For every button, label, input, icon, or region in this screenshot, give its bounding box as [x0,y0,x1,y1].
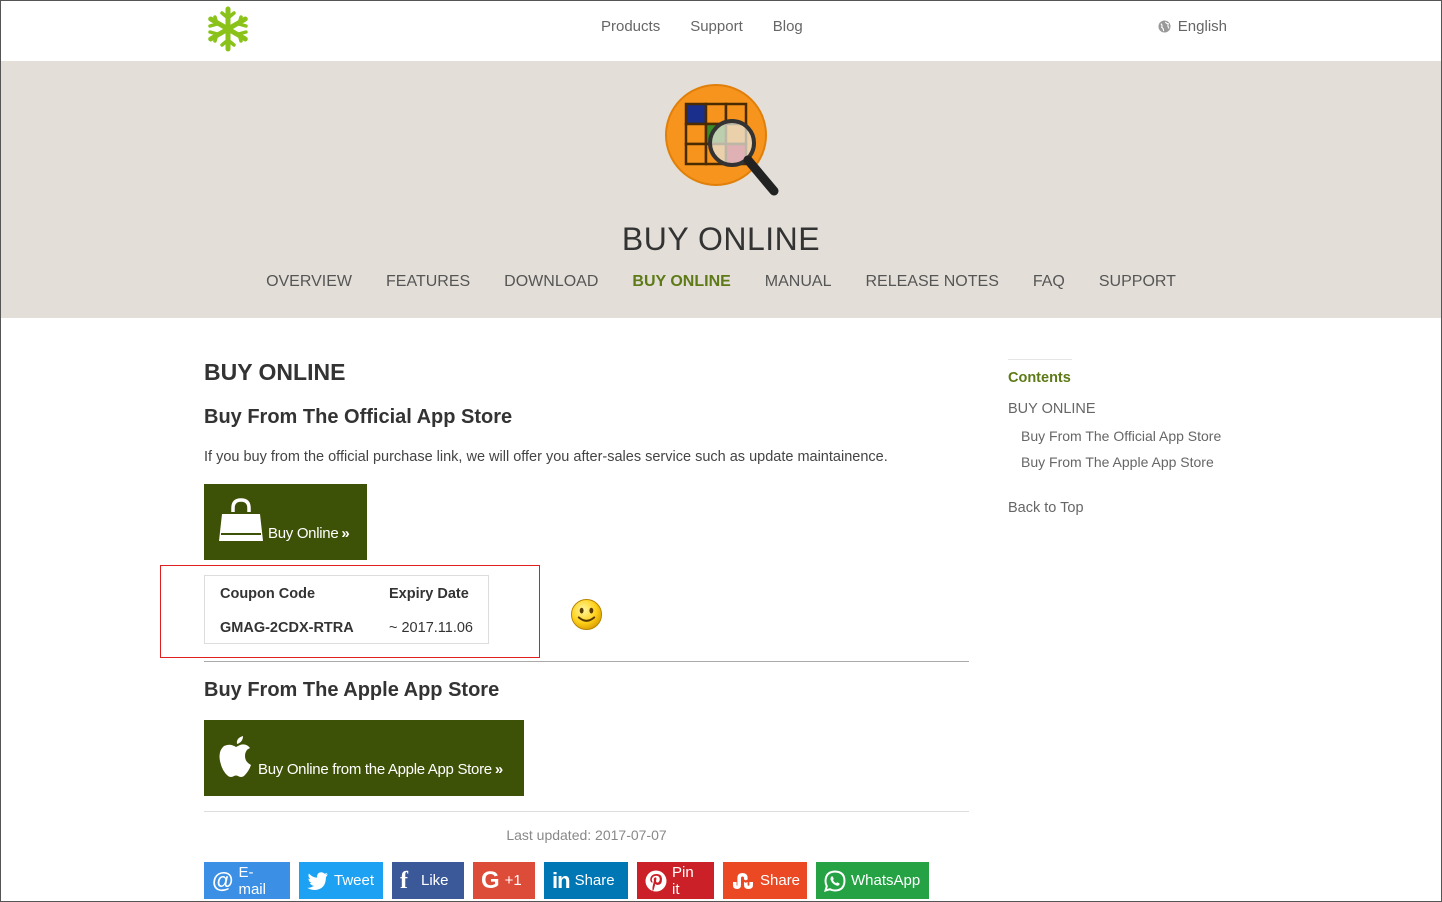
last-updated-text: Last updated: 2017-07-07 [506,827,667,843]
shopping-bag-icon [219,498,263,541]
share-tweet-label: Tweet [334,872,375,889]
tab-faq[interactable]: FAQ [1033,273,1065,291]
top-nav: Products Support Blog [601,18,803,35]
linkedin-icon: in [552,867,571,893]
globe-icon [1158,20,1171,33]
apple-store-button-label: Buy Online from the Apple App Store [258,761,492,778]
share-email-label: E-mail [238,863,266,898]
language-label: English [1177,18,1227,35]
share-linkedin-label: Share [574,872,615,889]
tab-download[interactable]: DOWNLOAD [504,273,598,291]
twitter-icon [307,871,328,890]
share-whatsapp-label: WhatsApp [851,872,921,889]
apple-store-heading: Buy From The Apple App Store [204,679,500,701]
buy-online-button[interactable]: Buy Online » [204,484,367,560]
product-subnav: OVERVIEW FEATURES DOWNLOAD BUY ONLINE MA… [1,273,1441,291]
tab-support[interactable]: SUPPORT [1099,273,1176,291]
tab-features[interactable]: FEATURES [386,273,470,291]
share-stumble-label: Share [760,872,801,889]
share-pinterest-button[interactable]: Pin it [637,862,714,899]
back-to-top-link[interactable]: Back to Top [1008,500,1268,516]
toc-item-buy-online[interactable]: BUY ONLINE [1008,401,1268,417]
hero-banner: BUY ONLINE OVERVIEW FEATURES DOWNLOAD BU… [1,61,1441,318]
table-of-contents: Contents BUY ONLINE Buy From The Officia… [1008,359,1268,516]
stumbleupon-icon [733,872,753,889]
smiley-face-icon [570,598,603,631]
share-facebook-button[interactable]: f Like [392,862,464,899]
double-chevron-icon: » [494,761,504,778]
toc-item-official-store[interactable]: Buy From The Official App Store [1021,428,1268,444]
nav-blog-link[interactable]: Blog [773,18,803,35]
share-tweet-button[interactable]: Tweet [299,862,383,899]
share-whatsapp-button[interactable]: WhatsApp [816,862,929,899]
tab-buy-online[interactable]: BUY ONLINE [632,273,730,291]
apple-icon [219,736,251,777]
nav-support-link[interactable]: Support [690,18,743,35]
nav-products-link[interactable]: Products [601,18,660,35]
share-pin-label: Pin it [672,863,694,898]
tab-manual[interactable]: MANUAL [765,273,832,291]
whatsapp-icon [824,869,846,892]
contents-title: Contents [1008,370,1071,386]
official-store-heading: Buy From The Official App Store [204,406,513,428]
share-like-label: Like [421,872,449,889]
buy-online-label: Buy Online [268,525,339,542]
footer-divider [204,811,969,812]
main-content: BUY ONLINE Buy From The Official App Sto… [204,359,969,465]
section-divider [204,661,969,662]
apple-store-button[interactable]: Buy Online from the Apple App Store » [204,720,524,796]
snowflake-logo-icon[interactable] [204,5,252,53]
tab-overview[interactable]: OVERVIEW [266,273,352,291]
toc-item-apple-store[interactable]: Buy From The Apple App Store [1021,454,1268,470]
top-bar: Products Support Blog English [1,1,1441,61]
sidebar-divider [1008,359,1072,360]
pinterest-icon [645,870,667,891]
double-chevron-icon: » [341,525,350,542]
at-icon: @ [212,867,234,893]
share-stumbleupon-button[interactable]: Share [723,862,807,899]
page-title: BUY ONLINE [621,221,821,257]
language-selector[interactable]: English [1158,18,1227,35]
coupon-highlight-frame [160,565,540,658]
tab-release-notes[interactable]: RELEASE NOTES [865,273,998,291]
share-buttons: @ E-mail Tweet f Like G +1 in Share Pin … [204,862,929,899]
official-store-description: If you buy from the official purchase li… [204,449,888,465]
facebook-icon: f [400,867,408,894]
app-magnifier-grid-icon [664,83,782,201]
share-google-plus-button[interactable]: G +1 [473,862,535,899]
share-plus-one-label: +1 [504,872,522,889]
share-linkedin-button[interactable]: in Share [544,862,628,899]
section-heading: BUY ONLINE [204,359,346,385]
google-plus-icon: G [481,866,500,894]
share-email-button[interactable]: @ E-mail [204,862,290,899]
